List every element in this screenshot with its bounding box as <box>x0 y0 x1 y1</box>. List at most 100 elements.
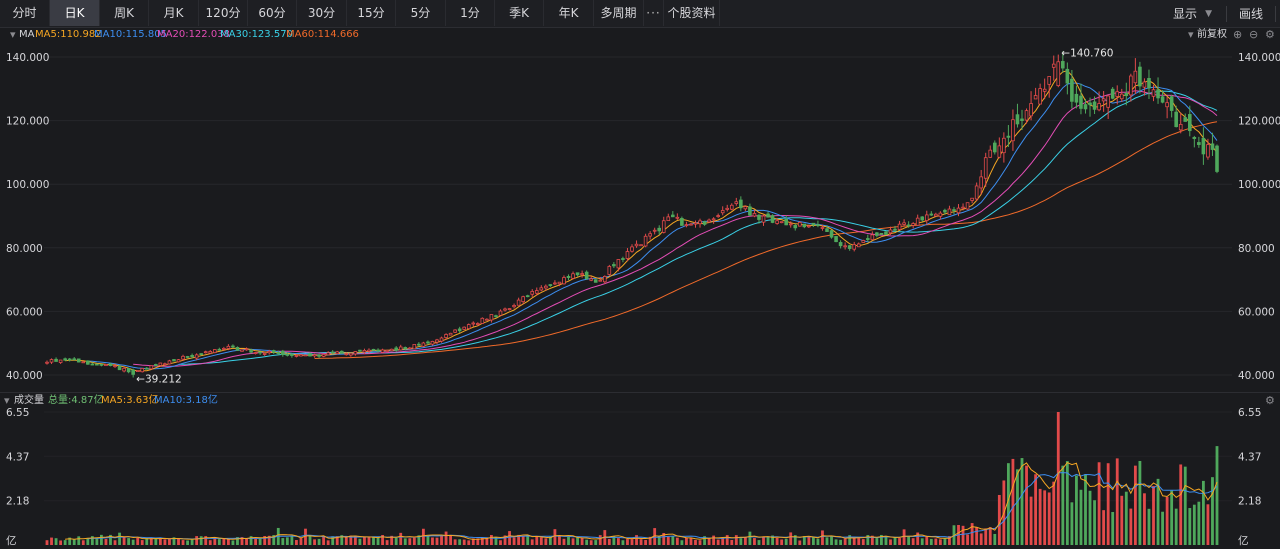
volume-bar <box>535 536 539 545</box>
candle-body <box>811 222 816 226</box>
candle-body <box>1033 95 1038 100</box>
candle-body <box>1056 61 1061 87</box>
candle-body <box>353 351 358 355</box>
volume-bar <box>1047 492 1051 545</box>
candle-body <box>961 206 965 209</box>
candle-body <box>312 354 317 357</box>
candle-body <box>308 353 312 357</box>
candle-body <box>1065 68 1070 84</box>
volume-bar <box>399 532 403 545</box>
candle-body <box>86 360 90 365</box>
candle-body <box>584 271 589 279</box>
candle-body <box>734 201 739 204</box>
candle-body <box>294 355 299 357</box>
volume-bar <box>1111 512 1115 545</box>
candle-body <box>802 223 807 228</box>
y-tick-left: 140.000 <box>6 52 49 64</box>
candle-body <box>621 258 625 260</box>
volume-bar <box>154 538 158 545</box>
volume-bar <box>462 539 466 545</box>
volume-bar <box>372 537 375 545</box>
volume-bar <box>376 537 380 545</box>
candle-body <box>666 216 671 221</box>
ma10-line <box>87 82 1218 370</box>
volume-bar <box>1211 477 1214 545</box>
volume-bar <box>367 537 371 545</box>
candle-body <box>884 231 888 235</box>
volume-bar <box>449 535 453 545</box>
volume-bar <box>1016 469 1019 545</box>
volume-bar <box>1120 495 1124 545</box>
candle-body <box>1206 144 1210 158</box>
volume-bar <box>775 537 779 545</box>
candle-body <box>45 361 49 364</box>
volume-bar <box>911 538 915 545</box>
candle-body <box>1106 95 1110 108</box>
volume-bar <box>694 539 697 545</box>
candle-body <box>172 359 176 362</box>
volume-bar <box>281 538 285 545</box>
volume-bar <box>938 539 942 545</box>
volume-bar <box>254 538 258 545</box>
volume-bar <box>920 538 924 545</box>
candle-body <box>421 342 426 347</box>
candle-body <box>1151 89 1156 97</box>
volume-bar <box>245 538 248 545</box>
volume-bar <box>558 535 561 545</box>
volume-bar <box>77 536 81 545</box>
volume-bar <box>916 532 920 545</box>
volume-bar <box>1206 504 1210 545</box>
volume-bar <box>168 539 171 545</box>
candle-body <box>1042 88 1047 92</box>
volume-bar <box>1102 510 1106 545</box>
candle-body <box>711 218 716 221</box>
candle-body <box>190 355 194 358</box>
candle-body <box>562 277 566 285</box>
candle-body <box>897 223 902 230</box>
volume-bar <box>616 538 620 545</box>
volume-bar <box>1124 491 1128 545</box>
candle-body <box>163 363 167 366</box>
candle-body <box>426 341 430 344</box>
candle-body <box>525 295 530 298</box>
y-tick-left: 80.000 <box>6 243 43 255</box>
volume-bar <box>562 538 566 545</box>
candle-body <box>1015 114 1020 125</box>
candle-body <box>684 224 689 227</box>
kline-chart[interactable]: ←140.760 ←39.212 140.000 140.000 120.000 12… <box>0 0 1280 549</box>
volume-bar <box>231 540 235 545</box>
vol-tick-left: 6.55 <box>6 407 29 419</box>
volume-bar <box>961 525 965 545</box>
volume-bar <box>1020 458 1024 545</box>
candle-body <box>271 350 276 353</box>
candle-body <box>992 142 997 153</box>
candle-body <box>906 224 911 227</box>
candle-body <box>557 281 562 285</box>
candle-body <box>634 243 639 247</box>
volume-bar <box>45 540 49 545</box>
candle-body <box>553 282 557 285</box>
candle-body <box>326 352 330 356</box>
candle-body <box>761 215 766 223</box>
volume-bar <box>830 536 833 545</box>
volume-bar <box>639 539 643 545</box>
candle-body <box>834 236 838 243</box>
candle-body <box>466 324 471 330</box>
volume-bar <box>1165 496 1169 545</box>
candle-body <box>793 225 798 229</box>
candle-body <box>512 305 516 308</box>
candle-body <box>893 228 897 231</box>
vol-tick-right: 6.55 <box>1238 407 1261 419</box>
candle-body <box>843 245 847 248</box>
volume-bar <box>1201 480 1205 545</box>
volume-bar <box>54 538 58 545</box>
volume-bar <box>177 538 180 545</box>
volume-bar <box>1084 474 1087 545</box>
volume-bar <box>122 536 126 545</box>
volume-bar <box>104 538 108 545</box>
volume-bar <box>553 529 557 545</box>
candle-body <box>398 346 403 351</box>
volume-bar <box>467 540 471 545</box>
volume-bar <box>1061 465 1065 545</box>
candle-body <box>598 279 603 282</box>
